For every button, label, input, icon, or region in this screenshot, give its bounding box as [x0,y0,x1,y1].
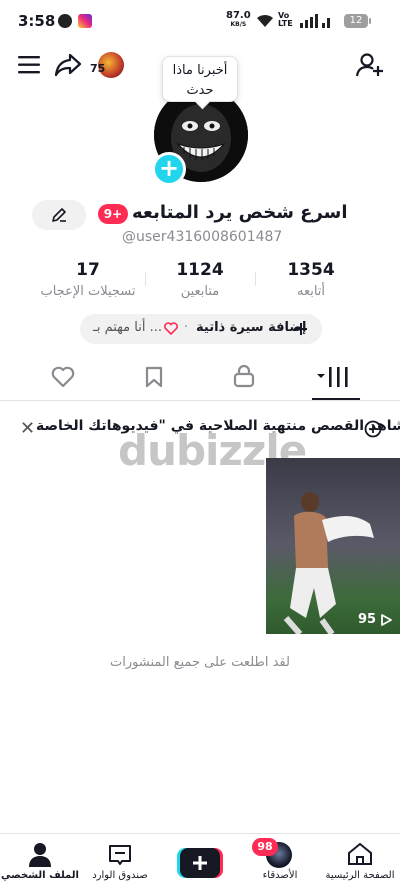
nav-profile[interactable]: الملف الشخصي [0,834,80,891]
pencil-icon [52,208,66,222]
stat-followers-value: 1124 [176,260,224,280]
nav-inbox[interactable]: صندوق الوارد [80,834,160,891]
liked-tab-heart-icon[interactable] [51,366,75,388]
status-bubble-text: أخبرنا ماذا حدث [172,63,228,98]
stat-divider [255,272,256,286]
battery-indicator: 12 [344,14,371,28]
add-story-button[interactable]: + [152,152,186,186]
friends-badge: 98 [252,838,278,856]
edit-profile-button[interactable] [32,200,86,230]
video-thumbnail-image [283,492,374,634]
stat-following-value: 1354 [287,260,335,280]
add-bio-button[interactable]: إضافة سيرة ذاتية [196,320,306,335]
network-speed: 87.0 KB/S [226,11,251,29]
coins-count: 75 [90,62,106,75]
heart-icon [164,322,178,335]
add-circle-icon[interactable] [364,420,382,438]
saved-tab-bookmark-icon[interactable] [145,366,163,388]
instagram-icon [78,14,92,28]
close-icon[interactable]: ✕ [20,418,35,439]
profile-icon [29,843,51,867]
stat-following-label: أتابعه [296,284,326,299]
signal-icon [300,14,330,28]
stat-divider [145,272,146,286]
nav-inbox-label: صندوق الوارد [92,870,148,881]
nav-profile-label: الملف الشخصي [1,870,79,881]
tabs-divider [0,400,400,401]
menu-icon[interactable] [18,55,42,75]
stat-likes-label: تسجيلات الإعجاب [40,284,136,299]
interests-button[interactable]: أنا مهتم بـ ... [90,320,162,335]
status-time: 3:58 [18,12,56,30]
add-friend-icon[interactable] [356,52,384,78]
private-tab-lock-icon[interactable] [233,364,255,388]
wifi-icon [257,14,273,27]
share-icon[interactable] [54,52,82,78]
stat-followers[interactable]: 1124 متابعين [145,260,255,299]
status-bar: 3:58 87.0 KB/S Vo LTE 12 [0,0,400,44]
profile-username[interactable]: @user4316008601487 [122,229,282,245]
nav-friends-label: الأصدقاء [262,870,298,881]
nav-home[interactable]: الصفحة الرئيسية [320,834,400,891]
lte-indicator: Vo LTE [278,11,293,28]
stat-likes-value: 17 [76,260,100,280]
seen-all-posts-text: لقد اطلعت على جميع المنشورات [110,655,290,670]
inbox-icon [109,845,131,865]
create-post-button[interactable] [177,848,223,878]
video-view-count: 95 [358,612,377,627]
nav-home-label: الصفحة الرئيسية [325,870,395,881]
bio-separator: · [184,320,189,335]
play-icon [381,614,392,626]
stat-followers-label: متابعين [180,284,220,299]
stat-likes[interactable]: 17 تسجيلات الإعجاب [33,260,143,299]
notification-badge: 9+ [98,204,128,224]
profile-name: اسرع شخص يرد المتابعه [132,202,348,223]
bottom-navigation: الصفحة الرئيسية الأصدقاء صندوق الوارد ال… [0,833,400,891]
home-icon [348,842,372,865]
video-thumbnail[interactable] [266,458,400,634]
stat-following[interactable]: 1354 أتابعه [256,260,366,299]
network-speed-unit: KB/S [230,21,247,28]
bio-actions-pill: إضافة سيرة ذاتية · أنا مهتم بـ ... [80,314,322,344]
message-icon [58,14,72,28]
status-bubble[interactable]: أخبرنا ماذا حدث [162,56,238,102]
videos-tab-grid-icon[interactable] [316,366,352,388]
